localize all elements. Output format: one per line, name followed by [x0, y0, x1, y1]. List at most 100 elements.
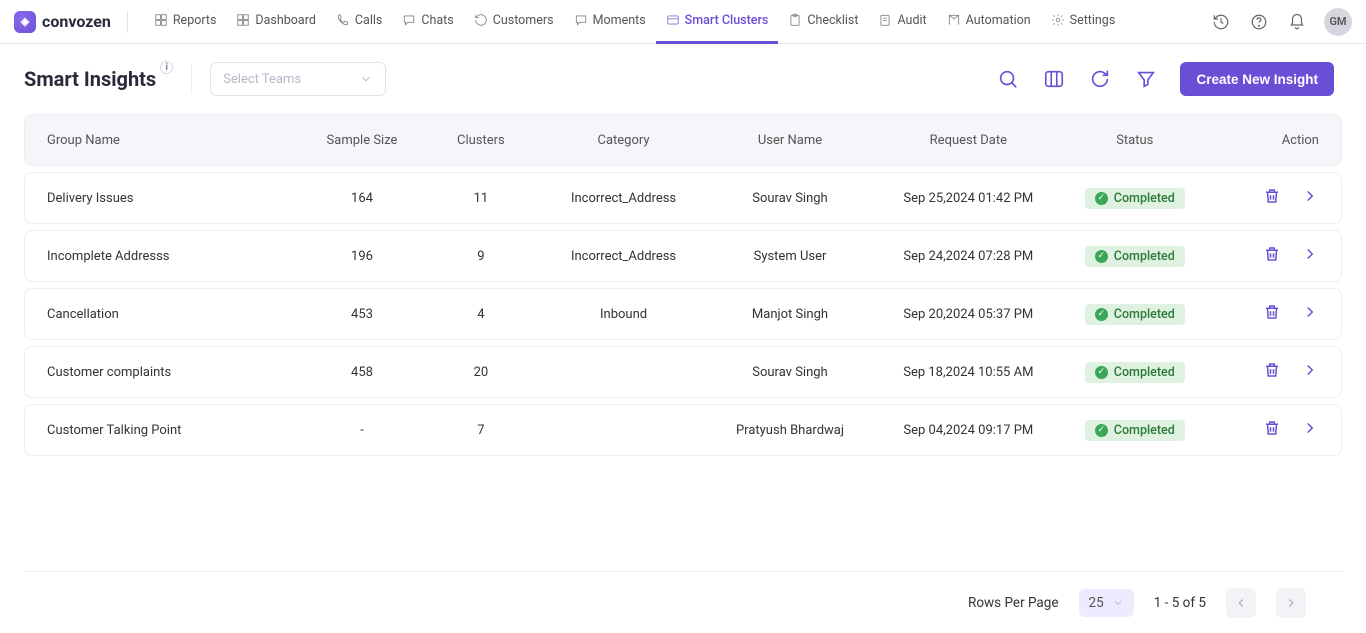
- cell-sample-size: 458: [303, 365, 422, 380]
- header-actions: Create New Insight: [996, 62, 1334, 96]
- nav-label: Calls: [355, 13, 382, 28]
- nav-label: Customers: [493, 13, 554, 28]
- nav-settings[interactable]: Settings: [1041, 0, 1126, 44]
- table-row: Cancellation4534InboundManjot SinghSep 2…: [24, 288, 1342, 340]
- nav-links: Reports Dashboard Calls Chats Customers Momen…: [144, 0, 1125, 44]
- delete-button[interactable]: [1263, 361, 1281, 383]
- cell-clusters: 7: [421, 423, 540, 438]
- nav-icon: [947, 13, 961, 27]
- open-row-button[interactable]: [1301, 245, 1319, 267]
- col-category: Category: [540, 133, 706, 148]
- delete-button[interactable]: [1263, 303, 1281, 325]
- cell-clusters: 9: [421, 249, 540, 264]
- info-icon[interactable]: i: [160, 61, 173, 74]
- nav-reports[interactable]: Reports: [144, 0, 227, 44]
- cell-sample-size: 196: [303, 249, 422, 264]
- cell-request-date: Sep 20,2024 05:37 PM: [873, 307, 1063, 322]
- nav-icon: [574, 13, 588, 27]
- brand-logo: ◈ convozen: [14, 11, 111, 33]
- cell-clusters: 11: [421, 191, 540, 206]
- nav-smart-clusters[interactable]: Smart Clusters: [656, 0, 779, 44]
- col-request-date: Request Date: [873, 133, 1063, 148]
- open-row-button[interactable]: [1301, 419, 1319, 441]
- nav-audit[interactable]: Audit: [868, 0, 936, 44]
- nav-dashboard[interactable]: Dashboard: [226, 0, 325, 44]
- cell-user-name: Sourav Singh: [707, 365, 873, 380]
- next-page-button[interactable]: [1276, 588, 1306, 618]
- cell-group-name: Delivery Issues: [41, 191, 303, 206]
- page-range: 1 - 5 of 5: [1154, 595, 1206, 611]
- prev-page-button[interactable]: [1226, 588, 1256, 618]
- insights-table: Group Name Sample Size Clusters Category…: [24, 114, 1342, 456]
- rows-per-page-label: Rows Per Page: [968, 595, 1059, 611]
- open-row-button[interactable]: [1301, 303, 1319, 325]
- history-icon[interactable]: [1210, 11, 1232, 33]
- check-icon: [1095, 424, 1108, 437]
- nav-icon: [402, 13, 416, 27]
- cell-group-name: Customer Talking Point: [41, 423, 303, 438]
- rows-per-page-select[interactable]: 25: [1079, 589, 1134, 617]
- cell-status: Completed: [1063, 362, 1206, 383]
- top-right-actions: GM: [1210, 8, 1352, 36]
- team-select[interactable]: Select Teams: [210, 62, 386, 96]
- delete-button[interactable]: [1263, 245, 1281, 267]
- cell-group-name: Incomplete Addresss: [41, 249, 303, 264]
- nav-label: Reports: [173, 13, 217, 28]
- status-badge: Completed: [1085, 362, 1185, 383]
- cell-group-name: Customer complaints: [41, 365, 303, 380]
- chevron-down-icon: [1112, 597, 1124, 609]
- nav-icon: [666, 13, 680, 27]
- nav-icon: [154, 13, 168, 27]
- cell-sample-size: 164: [303, 191, 422, 206]
- nav-calls[interactable]: Calls: [326, 0, 392, 44]
- col-status: Status: [1063, 133, 1206, 148]
- brand-name: convozen: [42, 12, 111, 31]
- nav-automation[interactable]: Automation: [937, 0, 1041, 44]
- open-row-button[interactable]: [1301, 361, 1319, 383]
- refresh-icon[interactable]: [1088, 67, 1112, 91]
- open-row-button[interactable]: [1301, 187, 1319, 209]
- table-row: Delivery Issues16411Incorrect_AddressSou…: [24, 172, 1342, 224]
- cell-status: Completed: [1063, 420, 1206, 441]
- rows-per-page-value: 25: [1089, 595, 1104, 611]
- check-icon: [1095, 308, 1108, 321]
- filter-icon[interactable]: [1134, 67, 1158, 91]
- search-icon[interactable]: [996, 67, 1020, 91]
- cell-group-name: Cancellation: [41, 307, 303, 322]
- cell-clusters: 4: [421, 307, 540, 322]
- delete-button[interactable]: [1263, 419, 1281, 441]
- col-group-name: Group Name: [41, 133, 303, 148]
- delete-button[interactable]: [1263, 187, 1281, 209]
- logo-mark-icon: ◈: [14, 11, 36, 33]
- nav-label: Audit: [897, 13, 926, 28]
- create-insight-button[interactable]: Create New Insight: [1180, 62, 1334, 96]
- row-actions: [1206, 419, 1325, 441]
- cell-clusters: 20: [421, 365, 540, 380]
- page-header: Smart Insights i Select Teams Create New…: [0, 44, 1366, 114]
- status-badge: Completed: [1085, 188, 1185, 209]
- cell-category: Incorrect_Address: [540, 249, 706, 264]
- status-badge: Completed: [1085, 420, 1185, 441]
- nav-moments[interactable]: Moments: [564, 0, 656, 44]
- cell-status: Completed: [1063, 246, 1206, 267]
- col-user-name: User Name: [707, 133, 873, 148]
- check-icon: [1095, 366, 1108, 379]
- team-select-placeholder: Select Teams: [223, 72, 301, 87]
- row-actions: [1206, 245, 1325, 267]
- nav-customers[interactable]: Customers: [464, 0, 564, 44]
- page-title-text: Smart Insights: [24, 67, 156, 91]
- columns-icon[interactable]: [1042, 67, 1066, 91]
- cell-user-name: System User: [707, 249, 873, 264]
- avatar[interactable]: GM: [1324, 8, 1352, 36]
- table-row: Customer Talking Point-7Pratyush Bhardwa…: [24, 404, 1342, 456]
- help-icon[interactable]: [1248, 11, 1270, 33]
- check-icon: [1095, 250, 1108, 263]
- bell-icon[interactable]: [1286, 11, 1308, 33]
- cell-status: Completed: [1063, 188, 1206, 209]
- row-actions: [1206, 187, 1325, 209]
- cell-user-name: Manjot Singh: [707, 307, 873, 322]
- nav-chats[interactable]: Chats: [392, 0, 463, 44]
- row-actions: [1206, 303, 1325, 325]
- nav-label: Moments: [593, 13, 646, 28]
- nav-checklist[interactable]: Checklist: [778, 0, 868, 44]
